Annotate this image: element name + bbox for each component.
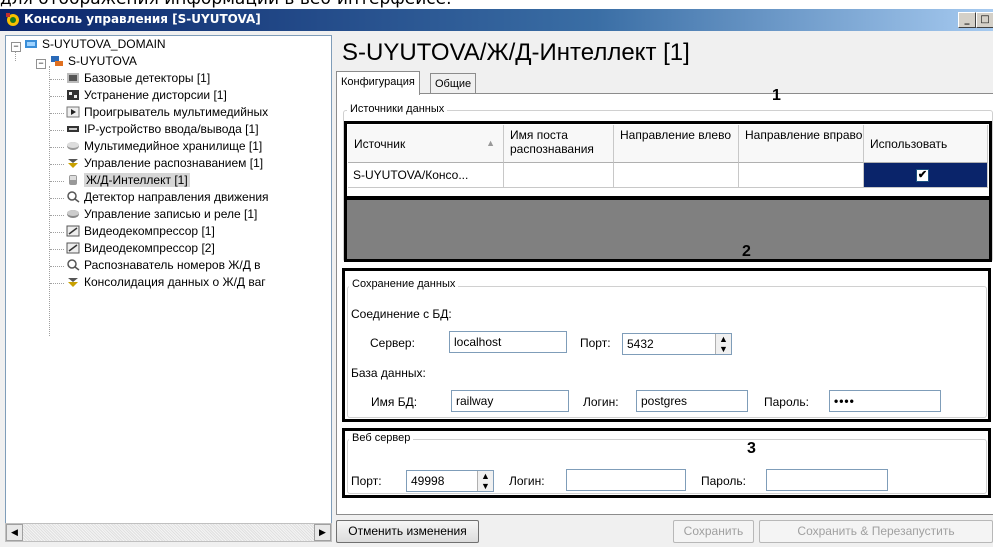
password-input[interactable]: •••• bbox=[829, 390, 941, 412]
io-device-icon bbox=[67, 126, 79, 132]
web-login-label: Логин: bbox=[509, 474, 545, 488]
tree-item[interactable]: IP-устройство ввода/вывода [1] bbox=[66, 121, 259, 138]
expand-root-toggle[interactable]: − bbox=[11, 42, 21, 52]
web-port-spinner[interactable]: ▲ ▼ bbox=[477, 471, 493, 491]
login-label: Логин: bbox=[583, 395, 619, 409]
recognition-icon bbox=[68, 278, 78, 287]
distortion-icon bbox=[67, 90, 79, 100]
tree-item[interactable]: Видеодекомпрессор [1] bbox=[66, 223, 215, 240]
tab-strip: Конфигурация Общие bbox=[336, 71, 536, 95]
page-title: S-UYUTOVA/Ж/Д-Интеллект [1] bbox=[342, 39, 690, 66]
sort-up-icon: ▲ bbox=[486, 138, 495, 148]
port-input[interactable]: 5432 ▲ ▼ bbox=[622, 333, 732, 355]
save-restart-button[interactable]: Сохранить & Перезапустить bbox=[759, 520, 993, 543]
web-password-input[interactable] bbox=[766, 469, 888, 491]
storage-icon bbox=[67, 142, 79, 150]
tree-item[interactable]: Управление записью и реле [1] bbox=[66, 206, 257, 223]
web-login-input[interactable] bbox=[566, 469, 686, 491]
cell-direction-left[interactable] bbox=[614, 163, 739, 188]
dbname-input[interactable]: railway bbox=[451, 390, 569, 412]
cancel-changes-button[interactable]: Отменить изменения bbox=[336, 520, 479, 543]
tree-item-domain[interactable]: S-UYUTOVA_DOMAIN bbox=[24, 36, 166, 53]
tree-item[interactable]: Мультимедийное хранилище [1] bbox=[66, 138, 262, 155]
player-icon bbox=[66, 106, 80, 118]
col-source[interactable]: Источник ▲ bbox=[348, 125, 504, 163]
database-label: База данных: bbox=[351, 366, 426, 380]
minimize-button[interactable]: _ bbox=[958, 12, 976, 28]
cell-source[interactable]: S-UYUTOVA/Консо... bbox=[348, 163, 504, 188]
expand-computer-toggle[interactable]: − bbox=[36, 59, 46, 69]
document-text-fragment: для отображения информации в веб-интерфе… bbox=[0, 0, 452, 9]
window-titlebar[interactable]: Консоль управления [S-UYUTOVA] _ □ x bbox=[0, 9, 993, 31]
col-use[interactable]: Использовать bbox=[864, 125, 988, 163]
port-spinner[interactable]: ▲ ▼ bbox=[715, 334, 731, 354]
save-button[interactable]: Сохранить bbox=[673, 520, 754, 543]
marker-3: 3 bbox=[747, 440, 756, 457]
server-label: Сервер: bbox=[370, 336, 415, 350]
tree-item[interactable]: Устранение дисторсии [1] bbox=[66, 87, 227, 104]
web-password-label: Пароль: bbox=[701, 474, 746, 488]
tree-item[interactable]: Консолидация данных о Ж/Д ваг bbox=[66, 274, 266, 291]
col-direction-left[interactable]: Направление влево bbox=[614, 125, 739, 163]
sources-grid[interactable]: Источник ▲ Имя поста распознавания Направ… bbox=[348, 125, 988, 195]
search-icon bbox=[67, 259, 80, 271]
web-port-label: Порт: bbox=[351, 474, 382, 488]
decompressor-icon bbox=[66, 225, 80, 237]
col-direction-right[interactable]: Направление вправо bbox=[739, 125, 864, 163]
tree-item[interactable]: Детектор направления движения bbox=[66, 189, 269, 206]
tree-item-computer[interactable]: S-UYUTOVA bbox=[50, 53, 137, 70]
scroll-left-button[interactable]: ◀ bbox=[6, 524, 23, 541]
highlight-box-2 bbox=[344, 197, 992, 262]
web-port-input[interactable]: 49998 ▲ ▼ bbox=[406, 470, 494, 492]
web-group-label: Веб сервер bbox=[349, 432, 414, 444]
port-label: Порт: bbox=[580, 336, 611, 350]
decompressor-icon bbox=[66, 242, 80, 254]
computer-icon bbox=[51, 56, 63, 66]
tree-item[interactable]: Распознаватель номеров Ж/Д в bbox=[66, 257, 261, 274]
save-group-label: Сохранение данных bbox=[349, 278, 459, 290]
detector-icon bbox=[67, 73, 79, 83]
cell-direction-right[interactable] bbox=[739, 163, 864, 188]
tab-configuration[interactable]: Конфигурация bbox=[336, 71, 420, 95]
cell-post-name[interactable] bbox=[504, 163, 614, 188]
sources-group-label: Источники данных bbox=[347, 103, 448, 115]
server-input[interactable]: localhost bbox=[449, 331, 567, 353]
scroll-track[interactable] bbox=[23, 524, 314, 541]
maximize-button[interactable]: □ bbox=[976, 12, 993, 28]
search-icon bbox=[67, 191, 80, 203]
scroll-right-button[interactable]: ▶ bbox=[314, 524, 331, 541]
object-tree[interactable]: − S-UYUTOVA_DOMAIN − S-UYUTOVA Базовые д… bbox=[5, 35, 332, 525]
app-icon bbox=[6, 13, 19, 26]
window-title: Консоль управления [S-UYUTOVA] bbox=[24, 12, 261, 26]
password-label: Пароль: bbox=[764, 395, 809, 409]
tree-item[interactable]: Видеодекомпрессор [2] bbox=[66, 240, 215, 257]
db-connection-label: Соединение с БД: bbox=[351, 307, 452, 321]
tab-panel: Источники данных 1 Источник ▲ Имя поста р… bbox=[336, 87, 993, 515]
recognition-icon bbox=[68, 159, 78, 168]
dbname-label: Имя БД: bbox=[371, 395, 418, 409]
marker-1: 1 bbox=[772, 87, 781, 104]
tree-item[interactable]: Проигрыватель мультимедийных bbox=[66, 104, 268, 121]
tree-item[interactable]: Базовые детекторы [1] bbox=[66, 70, 210, 87]
cell-use[interactable]: ✔ bbox=[864, 163, 988, 188]
domain-icon bbox=[25, 40, 37, 48]
login-input[interactable]: postgres bbox=[636, 390, 748, 412]
relay-icon bbox=[67, 210, 79, 218]
tree-item[interactable]: Управление распознаванием [1] bbox=[66, 155, 263, 172]
marker-2: 2 bbox=[742, 243, 751, 260]
use-checkbox[interactable]: ✔ bbox=[916, 169, 929, 182]
railway-icon bbox=[69, 175, 77, 185]
tab-general[interactable]: Общие bbox=[430, 73, 477, 94]
tree-horizontal-scrollbar[interactable]: ◀ ▶ bbox=[5, 523, 332, 542]
tree-item[interactable]: Ж/Д-Интеллект [1] bbox=[66, 172, 190, 189]
col-post-name[interactable]: Имя поста распознавания bbox=[504, 125, 614, 163]
